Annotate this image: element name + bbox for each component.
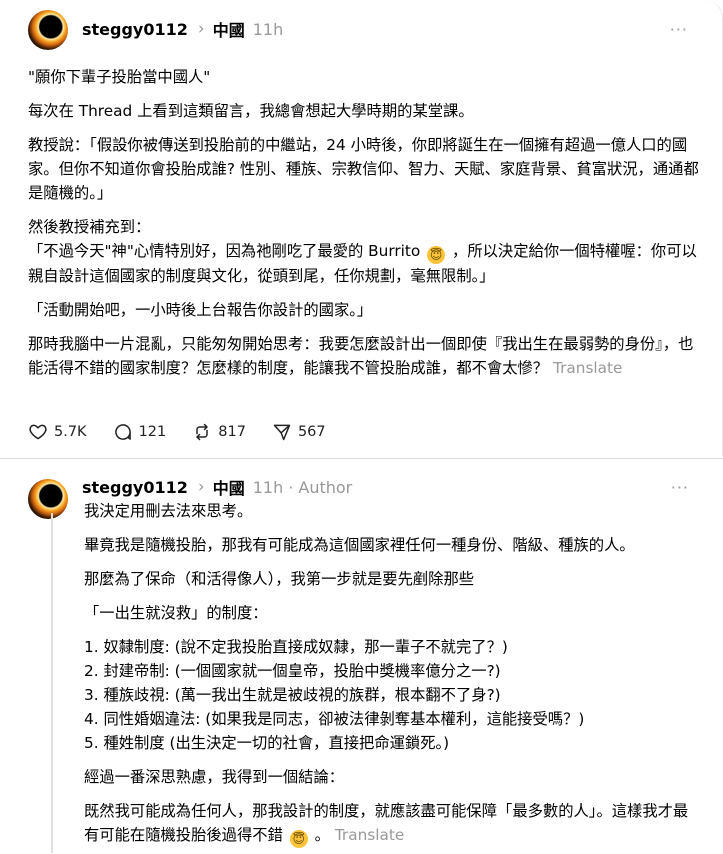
avatar[interactable] bbox=[28, 479, 68, 519]
paragraph: 然後教授補充到： 「不過今天"神"心情特別好，因為祂剛吃了最愛的 Burrito… bbox=[28, 215, 700, 288]
thread-line bbox=[51, 513, 53, 853]
reply-body: 我決定用刪去法來思考。 畢竟我是隨機投胎，那我有可能成為這個國家裡任何一種身份、… bbox=[84, 499, 701, 848]
like-button[interactable]: 5.7K bbox=[28, 422, 87, 442]
paragraph: 既然我可能成為任何人，那我設計的制度，就應該盡可能保障「最多數的人」。這樣我才最… bbox=[84, 799, 701, 848]
username[interactable]: steggy0112 bbox=[82, 20, 188, 39]
repost-button[interactable]: 817 bbox=[192, 422, 246, 442]
timestamp[interactable]: 11h bbox=[253, 20, 284, 39]
paragraph: 我決定用刪去法來思考。 bbox=[84, 502, 253, 520]
paragraph: 那時我腦中一片混亂，只能匆匆開始思考：我要怎麼設計出一個即使『我出生在最弱勢的身… bbox=[28, 332, 700, 380]
share-count: 567 bbox=[297, 424, 326, 440]
list-item: 2. 封建帝制: (一個國家就一個皇帝，投胎中獎機率億分之一?) bbox=[84, 662, 501, 680]
reply-card: steggy0112 › 中國 11h · Author ··· 我決定用刪去法… bbox=[0, 459, 723, 854]
list-item: 4. 同性婚姻違法: (如果我是同志，卻被法律剝奪基本權利，這能接受嗎？) bbox=[84, 710, 585, 728]
author-badge: · Author bbox=[288, 477, 353, 497]
halo-smile-emoji-icon: 😇 bbox=[427, 246, 446, 264]
post-body: "願你下輩子投胎當中國人" 每次在 Thread 上看到這類留言，我總會想起大學… bbox=[28, 65, 700, 380]
reply-button[interactable]: 121 bbox=[113, 422, 167, 442]
paragraph-text: 然後教授補充到： bbox=[28, 218, 151, 236]
paragraph: 「一出生就沒救」的制度： bbox=[84, 604, 268, 622]
paragraph: 每次在 Thread 上看到這類留言，我總會想起大學時期的某堂課。 bbox=[28, 102, 474, 120]
paragraph: "願你下輩子投胎當中國人" bbox=[28, 68, 211, 86]
more-icon[interactable]: ··· bbox=[670, 20, 688, 39]
paragraph-text: 。 bbox=[314, 826, 330, 844]
paragraph: 經過一番深思熟慮，我得到一個結論： bbox=[84, 768, 345, 786]
numbered-list: 1. 奴隸制度: (說不定我投胎直接成奴隸，那一輩子不就完了？) 2. 封建帝制… bbox=[84, 635, 701, 755]
community-tag[interactable]: 中國 bbox=[213, 475, 245, 499]
list-item: 5. 種姓制度 (出生決定一切的社會，直接把命運鎖死。) bbox=[84, 734, 450, 752]
comment-icon bbox=[114, 424, 131, 440]
paragraph: 畢竟我是隨機投胎，那我有可能成為這個國家裡任何一種身份、階級、種族的人。 bbox=[84, 536, 635, 554]
like-count: 5.7K bbox=[54, 424, 87, 440]
share-icon bbox=[273, 424, 291, 441]
community-tag[interactable]: 中國 bbox=[213, 17, 245, 41]
timestamp[interactable]: 11h bbox=[253, 478, 284, 497]
reply-count: 121 bbox=[138, 424, 167, 440]
share-button[interactable]: 567 bbox=[272, 422, 326, 442]
heart-icon bbox=[29, 424, 47, 440]
chevron-right-icon: › bbox=[197, 19, 205, 39]
paragraph-text: 「不過今天"神"心情特別好，因為祂剛吃了最愛的 Burrito bbox=[28, 242, 421, 260]
username[interactable]: steggy0112 bbox=[82, 478, 188, 497]
list-item: 1. 奴隸制度: (說不定我投胎直接成奴隸，那一輩子不就完了？) bbox=[84, 638, 508, 656]
paragraph: 教授說：「假設你被傳送到投胎前的中繼站，24 小時後，你即將誕生在一個擁有超過一… bbox=[28, 136, 699, 202]
translate-link[interactable]: Translate bbox=[553, 359, 622, 377]
more-icon[interactable]: ··· bbox=[671, 478, 689, 497]
chevron-right-icon: › bbox=[197, 477, 205, 497]
paragraph: 「活動開始吧，一小時後上台報告你設計的國家。」 bbox=[28, 301, 373, 319]
repost-count: 817 bbox=[218, 424, 246, 440]
post-card: steggy0112 › 中國 11h ··· "願你下輩子投胎當中國人" 每次… bbox=[0, 0, 723, 456]
list-item: 3. 種族歧視: (萬一我出生就是被歧視的族群，根本翻不了身?) bbox=[84, 686, 501, 704]
avatar[interactable] bbox=[28, 10, 68, 50]
paragraph: 那麼為了保命（和活得像人），我第一步就是要先剷除那些 bbox=[84, 570, 475, 588]
post-header: steggy0112 › 中國 11h bbox=[82, 17, 283, 41]
repost-icon bbox=[196, 423, 209, 441]
halo-smile-emoji-icon: 😇 bbox=[289, 830, 308, 848]
translate-link[interactable]: Translate bbox=[335, 826, 404, 844]
post-header: steggy0112 › 中國 11h · Author bbox=[82, 475, 352, 499]
action-bar: 5.7K 121 817 567 bbox=[28, 421, 352, 443]
